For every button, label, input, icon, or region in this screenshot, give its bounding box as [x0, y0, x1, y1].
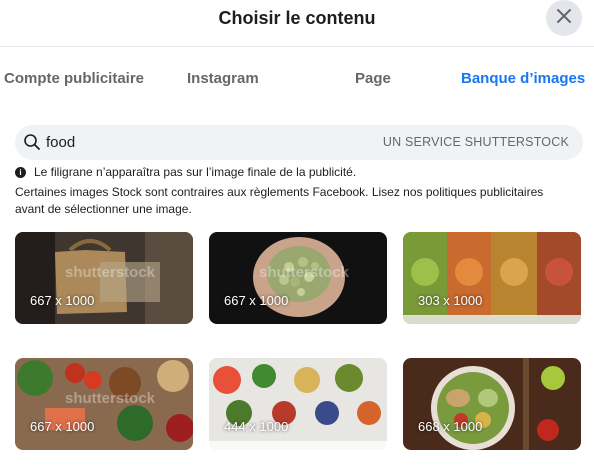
image-dimensions: 303 x 1000	[418, 293, 483, 308]
source-tabs: Compte publicitaire Instagram Page Banqu…	[0, 62, 594, 96]
image-dimensions: 667 x 1000	[30, 293, 95, 308]
policy-line-1: Certaines images Stock sont contraires a…	[15, 185, 544, 199]
search-input[interactable]	[46, 132, 306, 152]
watermark-notice: i Le filigrane n’apparaîtra pas sur l’im…	[15, 165, 356, 179]
search-bar[interactable]: UN SERVICE SHUTTERSTOCK	[15, 125, 583, 160]
watermark: shutterstock	[65, 264, 156, 281]
stock-image-5[interactable]: 444 x 1000	[209, 358, 387, 450]
image-dimensions: 667 x 1000	[224, 293, 289, 308]
close-button[interactable]	[546, 0, 582, 36]
tab-stock-images[interactable]: Banque d’images	[461, 70, 585, 87]
close-icon	[556, 8, 572, 29]
image-dimensions: 667 x 1000	[30, 419, 95, 434]
stock-image-4[interactable]: shutterstock 667 x 1000	[15, 358, 193, 450]
policy-line-2: avant de sélectionner une image.	[15, 202, 192, 216]
watermark-strip	[209, 441, 387, 450]
image-dimensions: 668 x 1000	[418, 419, 483, 434]
stock-image-6[interactable]: 668 x 1000	[403, 358, 581, 450]
stock-image-3[interactable]: 303 x 1000	[403, 232, 581, 324]
watermark: shutterstock	[259, 264, 350, 281]
provider-label: UN SERVICE SHUTTERSTOCK	[382, 135, 569, 149]
tab-page[interactable]: Page	[355, 70, 391, 87]
dialog-title: Choisir le contenu	[218, 8, 376, 28]
stock-image-1[interactable]: shutterstock 667 x 1000	[15, 232, 193, 324]
stock-image-2[interactable]: shutterstock 667 x 1000	[209, 232, 387, 324]
tab-ad-account[interactable]: Compte publicitaire	[4, 70, 144, 87]
dialog-header: Choisir le contenu	[0, 0, 594, 47]
watermark-notice-text: Le filigrane n’apparaîtra pas sur l’imag…	[34, 165, 357, 179]
tab-instagram[interactable]: Instagram	[187, 70, 259, 87]
search-icon	[23, 133, 41, 151]
image-dimensions: 444 x 1000	[224, 419, 289, 434]
watermark: shutterstock	[65, 390, 156, 407]
info-icon: i	[15, 166, 26, 178]
watermark-strip	[403, 315, 581, 324]
policy-notice: Certaines images Stock sont contraires a…	[15, 184, 585, 218]
